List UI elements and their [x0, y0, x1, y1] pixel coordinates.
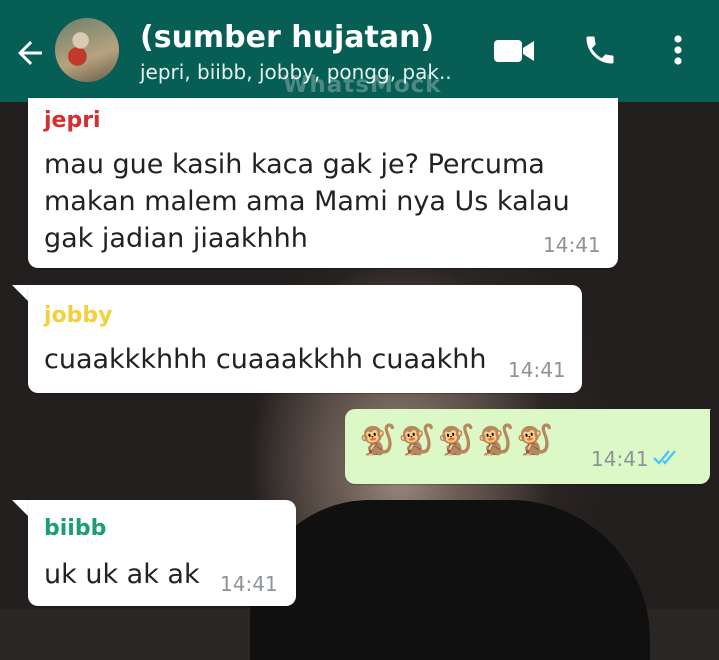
message-text: cuaakkkhhh cuaaakkhh cuaakhh — [44, 344, 487, 375]
phone-call-icon[interactable] — [578, 32, 622, 68]
message-sender: jobby — [44, 303, 113, 328]
message-text-line: mau gue kasih kaca gak je? Percuma — [44, 149, 545, 180]
chat-header: (sumber hujatan) jepri, biibb, jobby, po… — [0, 0, 719, 102]
group-title[interactable]: (sumber hujatan) — [140, 20, 434, 55]
message-sender: jepri — [44, 108, 101, 133]
message-time: 14:41 — [220, 572, 278, 596]
monkey-emoji-text: 🐒🐒🐒🐒🐒 — [359, 423, 556, 458]
double-check-icon — [653, 450, 676, 465]
message-time: 14:41 — [543, 233, 601, 257]
message-bubble-outgoing[interactable]: 🐒🐒🐒🐒🐒 14:41 — [345, 409, 710, 484]
message-text-line: gak jadian jiaakhhh — [44, 223, 308, 254]
back-arrow-icon[interactable] — [12, 35, 48, 71]
message-sender: biibb — [44, 516, 107, 541]
more-vert-icon[interactable] — [658, 32, 698, 68]
message-text: uk uk ak ak — [44, 559, 200, 590]
message-bubble-jobby[interactable]: jobby cuaakkkhhh cuaaakkhh cuaakhh 14:41 — [28, 285, 582, 393]
message-text-line: makan malem ama Mami nya Us kalau — [44, 186, 570, 217]
message-time: 14:41 — [508, 358, 566, 382]
message-bubble-biibb[interactable]: biibb uk uk ak ak 14:41 — [28, 500, 296, 606]
message-bubble-jepri[interactable]: jepri mau gue kasih kaca gak je? Percuma… — [28, 98, 618, 268]
message-time: 14:41 — [591, 447, 649, 471]
video-call-icon[interactable] — [492, 32, 536, 68]
watermark: WhatsMock — [283, 72, 442, 98]
group-avatar[interactable] — [55, 18, 119, 82]
